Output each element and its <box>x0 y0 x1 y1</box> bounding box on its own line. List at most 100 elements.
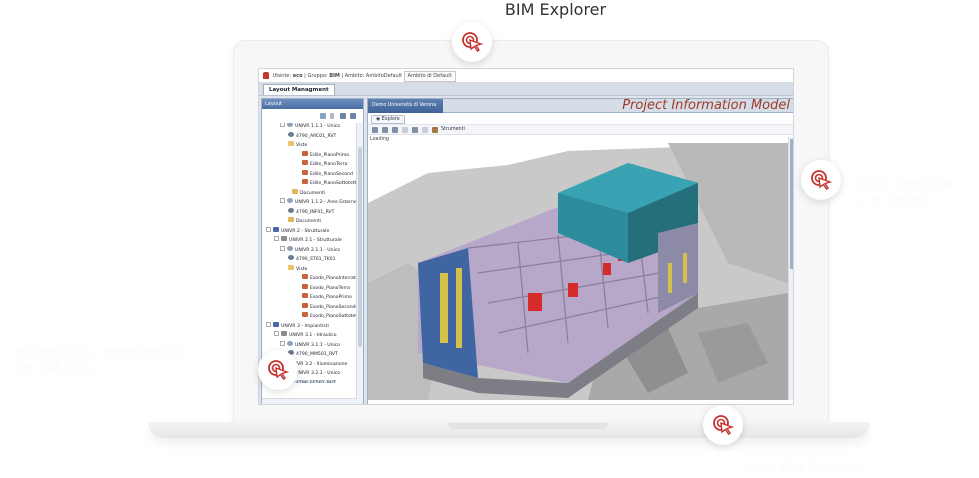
model-tabstrip: Demo Università di Verona Project Inform… <box>368 99 793 113</box>
tools-label[interactable]: Strumenti <box>441 125 465 135</box>
expand-toggle-icon[interactable] <box>280 340 285 346</box>
tree-item[interactable]: 4790_MM501_RVT <box>288 350 338 358</box>
tree-item[interactable]: Edile_PianoSecond <box>302 169 353 178</box>
tree-item-label: UNIVR 3.1 - Idraulico <box>289 333 337 338</box>
tree-item-label: UNIVR 3.2.1 - Unico <box>295 371 341 376</box>
expand-toggle-icon[interactable] <box>266 321 271 327</box>
tree-item-label: UNIVR 1.1.2 - Aree Esterne <box>295 200 357 205</box>
group-name: BIM <box>329 73 340 79</box>
pointer-click-icon <box>713 415 735 435</box>
tree-item-label: Edile_PianoSecond <box>310 171 353 177</box>
tree-item-label: Esodo_PianoInterrato <box>310 276 359 281</box>
struct-icon <box>281 331 287 336</box>
tree-item[interactable]: UNIVR 3.1.1 - Unico <box>280 340 340 349</box>
tree-item-label: Documenti <box>296 219 322 224</box>
pointer-icon[interactable] <box>412 127 418 133</box>
tree-item[interactable]: Documenti <box>288 217 322 225</box>
tree-item-label: Documenti <box>300 190 326 196</box>
tree-item-label: Viste <box>296 143 308 148</box>
tree-item[interactable]: Esodo_PianoSecondo <box>302 302 359 311</box>
dropdown-icon[interactable] <box>330 113 334 119</box>
pointer-click-icon <box>811 170 833 190</box>
pan-icon[interactable] <box>392 127 398 133</box>
expand-toggle-icon[interactable] <box>274 236 279 241</box>
tree-item-label: Edile_PianoPrimo <box>310 152 350 158</box>
explore-button[interactable]: ◉ Explore <box>371 115 405 124</box>
tree-item[interactable]: Edile_PianoTerra <box>302 160 347 168</box>
tree-item[interactable]: Viste <box>288 264 308 273</box>
view-icon <box>302 293 308 298</box>
tree-item[interactable]: Esodo_PianoInterrato <box>302 274 359 282</box>
expand-toggle-icon[interactable] <box>274 331 279 336</box>
hotspot-interazione-fm[interactable] <box>258 350 298 390</box>
tab-layout-managment[interactable]: Layout Managment <box>263 84 335 95</box>
view-icon <box>302 312 308 317</box>
tree-item[interactable]: Viste <box>288 141 308 149</box>
model-panel: Demo Università di Verona Project Inform… <box>367 98 793 404</box>
separator-icon <box>402 127 408 133</box>
layout-panel-toolbar <box>262 109 363 123</box>
tree-item[interactable]: UNIVR 2 - Strutturale <box>266 226 330 235</box>
expand-toggle-icon[interactable] <box>280 198 285 203</box>
tree-item[interactable]: UNIVR 1.1.2 - Aree Esterne <box>280 198 357 206</box>
model-scrollbar[interactable] <box>788 137 793 400</box>
view-icon <box>302 283 308 289</box>
layout-tree-hscrollbar[interactable] <box>262 398 357 404</box>
user-name: eco <box>292 73 303 79</box>
tree-item[interactable]: Edile_PianoSottotetto <box>302 179 359 187</box>
tree-item-label: UNIVR 2 - Strutturale <box>281 228 330 234</box>
hotspot-aree-direzione[interactable] <box>801 160 841 200</box>
tree-item-label: Viste <box>296 266 308 272</box>
hotspot-bim-explorer[interactable] <box>452 22 492 62</box>
view-icon <box>302 274 308 279</box>
tree-item[interactable]: Esodo_PianoTerra <box>302 283 350 292</box>
tree-item[interactable]: Documenti <box>292 188 326 197</box>
building-model-render <box>368 143 788 400</box>
doc-icon <box>292 188 298 194</box>
expand-toggle-icon[interactable] <box>280 245 285 251</box>
tree-item-label: UNIVR 3.2 - Illuminazione <box>289 361 348 367</box>
tools-icon[interactable] <box>432 127 438 133</box>
tree-item[interactable]: UNIVR 3 - Impiantisti <box>266 321 329 330</box>
expand-icon[interactable] <box>340 113 346 119</box>
zoom-icon[interactable] <box>422 127 428 133</box>
tree-item[interactable]: 4790_ST01_TK01 <box>288 255 336 263</box>
doc-icon <box>288 217 294 222</box>
tree-item[interactable]: 4790_ARC01_RVT <box>288 131 336 140</box>
explore-label: Explore <box>381 117 400 122</box>
view-icon <box>302 169 308 175</box>
folder-icon <box>288 141 294 146</box>
user-label: Utente: <box>272 73 292 79</box>
tab-demo-univr[interactable]: Demo Università di Verona <box>368 99 443 113</box>
eye-icon <box>287 245 293 251</box>
tree-item[interactable]: Esodo_PianoPrimo <box>302 293 352 301</box>
group-label: | Gruppo: <box>304 73 328 79</box>
tree-item[interactable]: Edile_PianoPrimo <box>302 150 350 159</box>
eye-icon <box>287 123 293 127</box>
build-icon <box>273 321 279 327</box>
tree-tool-icon[interactable] <box>320 113 326 119</box>
app-tabbar: Layout Managment <box>259 83 793 96</box>
home-icon[interactable] <box>372 127 378 133</box>
eye-icon <box>287 198 293 203</box>
eye-icon <box>287 340 293 346</box>
bim-3d-viewport[interactable] <box>368 143 788 400</box>
collapse-icon[interactable] <box>350 113 356 119</box>
tree-item[interactable]: UNIVR 2.1 - Strutturale <box>274 236 342 244</box>
rotate-icon[interactable] <box>382 127 388 133</box>
user-bar: Utente: eco | Gruppo: BIM | Ambito: Ambi… <box>259 69 793 83</box>
expand-toggle-icon[interactable] <box>266 226 271 232</box>
layout-tree-scrollbar[interactable] <box>356 123 363 404</box>
tree-item[interactable]: Esodo_PianoSottotetto <box>302 312 362 320</box>
tree-item[interactable]: UNIVR 3.1 - Idraulico <box>274 331 337 339</box>
folder-icon <box>288 264 294 270</box>
viewer-toolbar: Strumenti <box>368 125 793 135</box>
tree-item-label: Esodo_PianoSottotetto <box>310 314 362 319</box>
scope-selector[interactable]: Ambito di Default <box>403 71 456 82</box>
tree-item[interactable]: 4790_INF01_RVT <box>288 207 334 216</box>
tree-item-label: Esodo_PianoSecondo <box>310 304 359 310</box>
tree-item[interactable]: UNIVR 1.1.1 - Unico <box>280 123 340 130</box>
hotspot-bim-manager[interactable] <box>703 405 743 445</box>
tree-item[interactable]: UNIVR 2.1.1 - Unico <box>280 245 340 254</box>
expand-toggle-icon[interactable] <box>280 123 285 127</box>
